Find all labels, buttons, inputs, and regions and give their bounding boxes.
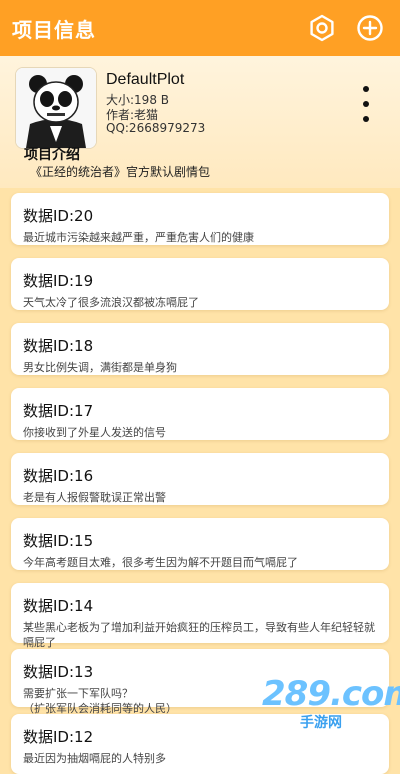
record-id: 数据ID:12 xyxy=(23,728,94,746)
avatar xyxy=(15,67,97,149)
record-id: 数据ID:18 xyxy=(23,337,94,355)
record-desc: 最近城市污染越来越严重，严重危害人们的健康 xyxy=(23,231,254,244)
more-vertical-icon-dot xyxy=(363,101,369,107)
record-desc: 老是有人报假警耽误正常出警 xyxy=(23,491,166,504)
record-id: 数据ID:15 xyxy=(23,532,94,550)
record-id: 数据ID:20 xyxy=(23,207,94,225)
record-card[interactable]: 数据ID:17 你接收到了外星人发送的信号 xyxy=(11,388,389,440)
record-card[interactable]: 数据ID:12 最近因为抽烟嗝屁的人特别多 xyxy=(11,714,389,774)
record-desc: 你接收到了外星人发送的信号 xyxy=(23,426,166,439)
intro-heading: 项目介绍 xyxy=(24,147,80,163)
more-options-button[interactable] xyxy=(357,86,375,122)
record-card[interactable]: 数据ID:20 最近城市污染越来越严重，严重危害人们的健康 xyxy=(11,193,389,245)
eye-settings-icon xyxy=(310,14,334,42)
intro-text: 《正经的统治者》官方默认剧情包 xyxy=(30,165,211,179)
project-name: DefaultPlot xyxy=(106,71,185,88)
record-id: 数据ID:13 xyxy=(23,663,94,681)
record-desc: 天气太冷了很多流浪汉都被冻嗝屁了 xyxy=(23,296,199,309)
record-card[interactable]: 数据ID:13 需要扩张一下军队吗？ （扩张军队会消耗同等的人民） xyxy=(11,649,389,715)
record-card[interactable]: 数据ID:14 某些黑心老板为了增加利益开始疯狂的压榨员工，导致有些人年纪轻轻就… xyxy=(11,583,389,649)
more-vertical-icon xyxy=(363,86,369,92)
record-card[interactable]: 数据ID:15 今年高考题目太难，很多考生因为解不开题目而气嗝屁了 xyxy=(11,518,389,570)
add-button[interactable] xyxy=(352,10,388,46)
project-header: DefaultPlot 大小:198 B 作者:老猫 QQ:2668979273… xyxy=(0,56,400,188)
record-id: 数据ID:17 xyxy=(23,402,94,420)
panda-meme-icon xyxy=(16,68,96,148)
record-id: 数据ID:14 xyxy=(23,597,94,615)
record-desc: 男女比例失调，满街都是单身狗 xyxy=(23,361,177,374)
record-card[interactable]: 数据ID:16 老是有人报假警耽误正常出警 xyxy=(11,453,389,505)
page-title: 项目信息 xyxy=(12,17,96,42)
record-card[interactable]: 数据ID:18 男女比例失调，满街都是单身狗 xyxy=(11,323,389,375)
record-desc: 今年高考题目太难，很多考生因为解不开题目而气嗝屁了 xyxy=(23,556,298,569)
app-bar: 项目信息 xyxy=(0,0,400,56)
record-card[interactable]: 数据ID:19 天气太冷了很多流浪汉都被冻嗝屁了 xyxy=(11,258,389,310)
record-id: 数据ID:19 xyxy=(23,272,94,290)
record-desc: 最近因为抽烟嗝屁的人特别多 xyxy=(23,752,166,765)
record-id: 数据ID:16 xyxy=(23,467,94,485)
more-vertical-icon-dot xyxy=(363,116,369,122)
plus-circle-icon xyxy=(357,15,383,41)
record-desc: 需要扩张一下军队吗？ （扩张军队会消耗同等的人民） xyxy=(23,687,177,715)
record-desc: 某些黑心老板为了增加利益开始疯狂的压榨员工，导致有些人年纪轻轻就嗝屁了 xyxy=(23,621,375,649)
eye-settings-button[interactable] xyxy=(304,10,340,46)
project-qq: QQ:2668979273 xyxy=(106,121,206,135)
